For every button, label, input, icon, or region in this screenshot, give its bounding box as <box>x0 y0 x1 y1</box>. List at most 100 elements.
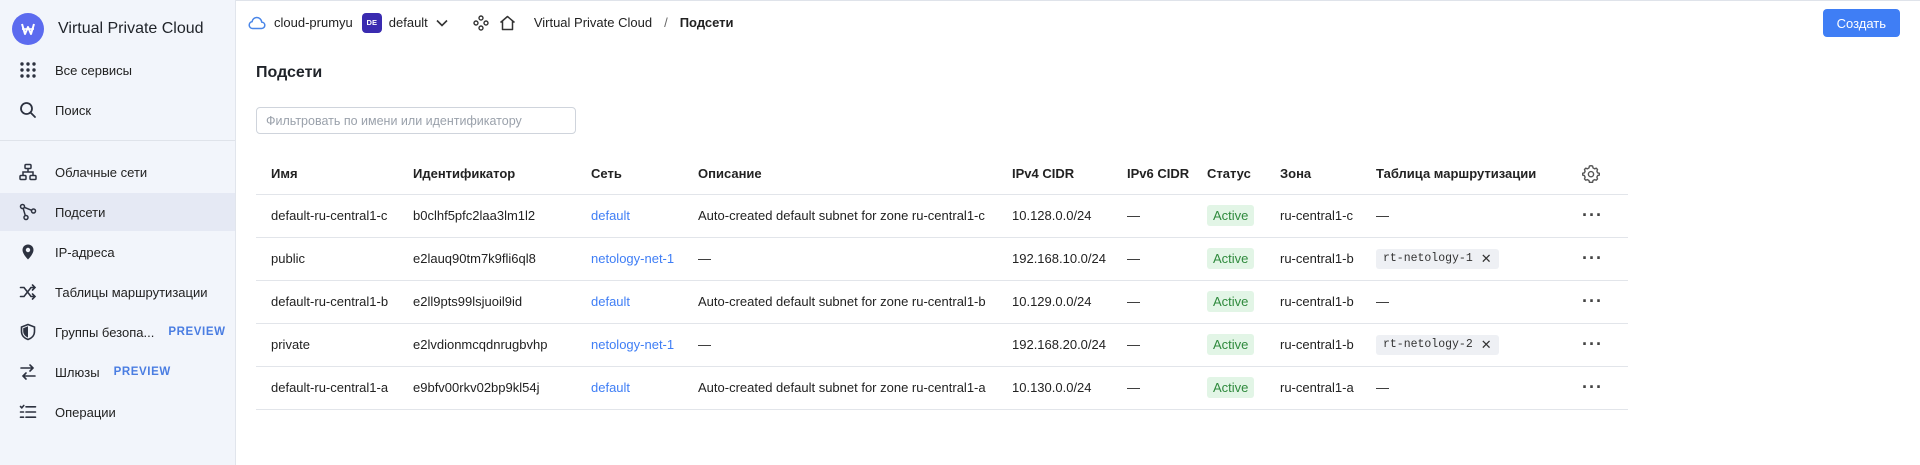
breadcrumb-service[interactable]: Virtual Private Cloud <box>534 15 652 30</box>
vpc-logo-icon[interactable] <box>12 13 44 45</box>
cell-route-table: — <box>1361 280 1567 324</box>
route-table-chip[interactable]: rt-netology-2 ✕ <box>1376 334 1499 355</box>
nodes-icon[interactable] <box>473 14 489 31</box>
cell-id: e2ll9pts99lsjuoil9id <box>398 280 576 324</box>
table-row[interactable]: public e2lauq90tm7k9fli6ql8 netology-net… <box>256 237 1628 281</box>
status-badge: Active <box>1207 205 1255 226</box>
sidebar-item-subnets[interactable]: Подсети <box>0 193 235 231</box>
filter-input[interactable] <box>256 107 576 134</box>
status-badge: Active <box>1207 248 1255 269</box>
cell-zone: ru-central1-b <box>1265 237 1361 281</box>
cell-zone: ru-central1-b <box>1265 323 1361 367</box>
list-icon <box>19 403 37 421</box>
column-header-id[interactable]: Идентификатор <box>398 154 576 195</box>
close-icon[interactable]: ✕ <box>1481 251 1492 267</box>
table-row[interactable]: default-ru-central1-c b0clhf5pfc2laa3lm1… <box>256 194 1628 238</box>
gear-icon[interactable] <box>1582 164 1628 183</box>
cloud-name: cloud-prumyu <box>274 15 353 30</box>
column-settings <box>1567 154 1628 195</box>
cell-ipv6: — <box>1112 194 1192 238</box>
network-link[interactable]: netology-net-1 <box>591 337 674 352</box>
network-link[interactable]: netology-net-1 <box>591 251 674 266</box>
sidebar-item-label: Поиск <box>55 102 92 118</box>
network-link[interactable]: default <box>591 294 630 309</box>
create-button[interactable]: Создать <box>1822 9 1900 37</box>
column-header-zone[interactable]: Зона <box>1265 154 1361 195</box>
sidebar-item-label: Операции <box>55 404 116 420</box>
sidebar-item-search[interactable]: Поиск <box>0 91 235 129</box>
location-pin-icon <box>19 243 37 261</box>
cloud-icon <box>248 16 266 30</box>
more-actions-icon[interactable]: ··· <box>1582 248 1603 268</box>
gateway-icon <box>19 363 37 381</box>
column-header-description[interactable]: Описание <box>683 154 997 195</box>
network-icon <box>19 163 37 181</box>
cloud-selector[interactable]: cloud-prumyu <box>248 15 353 30</box>
column-header-status[interactable]: Статус <box>1192 154 1265 195</box>
cell-ipv6: — <box>1112 237 1192 281</box>
table-row[interactable]: default-ru-central1-a e9bfv00rkv02bp9kl5… <box>256 366 1628 410</box>
cell-description: Auto-created default subnet for zone ru-… <box>683 366 997 410</box>
cell-route-table: — <box>1361 366 1567 410</box>
service-title: Virtual Private Cloud <box>58 20 204 37</box>
breadcrumb-separator: / <box>664 15 668 30</box>
more-actions-icon[interactable]: ··· <box>1582 291 1603 311</box>
cell-ipv6: — <box>1112 366 1192 410</box>
sidebar-item-operations[interactable]: Операции <box>0 393 235 431</box>
table-row[interactable]: default-ru-central1-b e2ll9pts99lsjuoil9… <box>256 280 1628 324</box>
grid-icon <box>19 61 37 79</box>
folder-name[interactable]: default <box>389 15 428 30</box>
route-table-name: rt-netology-1 <box>1383 252 1473 265</box>
cell-zone: ru-central1-b <box>1265 280 1361 324</box>
subnets-table: Имя Идентификатор Сеть Описание IPv4 CID… <box>256 154 1628 410</box>
column-header-name[interactable]: Имя <box>256 154 398 195</box>
cell-route-table: — <box>1361 194 1567 238</box>
table-row[interactable]: private e2lvdionmcqdnrugbvhp netology-ne… <box>256 323 1628 367</box>
cell-ipv4: 192.168.20.0/24 <box>997 323 1112 367</box>
cell-name: private <box>256 323 398 367</box>
sidebar-item-ip-addresses[interactable]: IP-адреса <box>0 233 235 271</box>
sidebar-item-label: Облачные сети <box>55 164 148 180</box>
topbar: cloud-prumyu DE default Virtual Private … <box>236 0 1920 44</box>
column-header-ipv4[interactable]: IPv4 CIDR <box>997 154 1112 195</box>
close-icon[interactable]: ✕ <box>1481 337 1492 353</box>
sidebar-item-label: Все сервисы <box>55 62 132 78</box>
folder-badge: DE <box>361 12 382 33</box>
breadcrumb-current: Подсети <box>679 15 734 30</box>
page-title: Подсети <box>256 64 323 81</box>
cell-id: b0clhf5pfc2laa3lm1l2 <box>398 194 576 238</box>
column-header-ipv6[interactable]: IPv6 CIDR <box>1112 154 1192 195</box>
column-header-route-table[interactable]: Таблица маршрутизации <box>1361 154 1567 195</box>
cell-description: Auto-created default subnet for zone ru-… <box>683 194 997 238</box>
sidebar-item-label: Шлюзы <box>55 364 100 380</box>
subnet-icon <box>19 203 37 221</box>
cell-name: public <box>256 237 398 281</box>
home-icon[interactable] <box>499 15 516 31</box>
sidebar-item-cloud-networks[interactable]: Облачные сети <box>0 153 235 191</box>
column-header-network[interactable]: Сеть <box>576 154 683 195</box>
sidebar-item-route-tables[interactable]: Таблицы маршрутизации <box>0 273 235 311</box>
route-table-name: rt-netology-2 <box>1383 338 1473 351</box>
cell-description: Auto-created default subnet for zone ru-… <box>683 280 997 324</box>
more-actions-icon[interactable]: ··· <box>1582 205 1603 225</box>
network-link[interactable]: default <box>591 380 630 395</box>
cell-name: default-ru-central1-a <box>256 366 398 410</box>
cell-ipv4: 10.130.0.0/24 <box>997 366 1112 410</box>
cell-name: default-ru-central1-b <box>256 280 398 324</box>
more-actions-icon[interactable]: ··· <box>1582 377 1603 397</box>
cell-ipv6: — <box>1112 323 1192 367</box>
status-badge: Active <box>1207 334 1255 355</box>
cell-ipv6: — <box>1112 280 1192 324</box>
cell-ipv4: 192.168.10.0/24 <box>997 237 1112 281</box>
chevron-down-icon[interactable] <box>436 19 448 27</box>
more-actions-icon[interactable]: ··· <box>1582 334 1603 354</box>
sidebar-item-gateways[interactable]: Шлюзы PREVIEW <box>0 353 235 391</box>
route-table-chip[interactable]: rt-netology-1 ✕ <box>1376 248 1499 269</box>
shield-icon <box>19 323 37 341</box>
cell-zone: ru-central1-a <box>1265 366 1361 410</box>
preview-badge: PREVIEW <box>113 366 171 378</box>
sidebar-item-security-groups[interactable]: Группы безопа... PREVIEW <box>0 313 235 351</box>
cell-id: e2lvdionmcqdnrugbvhp <box>398 323 576 367</box>
sidebar-item-all-services[interactable]: Все сервисы <box>0 51 235 89</box>
network-link[interactable]: default <box>591 208 630 223</box>
